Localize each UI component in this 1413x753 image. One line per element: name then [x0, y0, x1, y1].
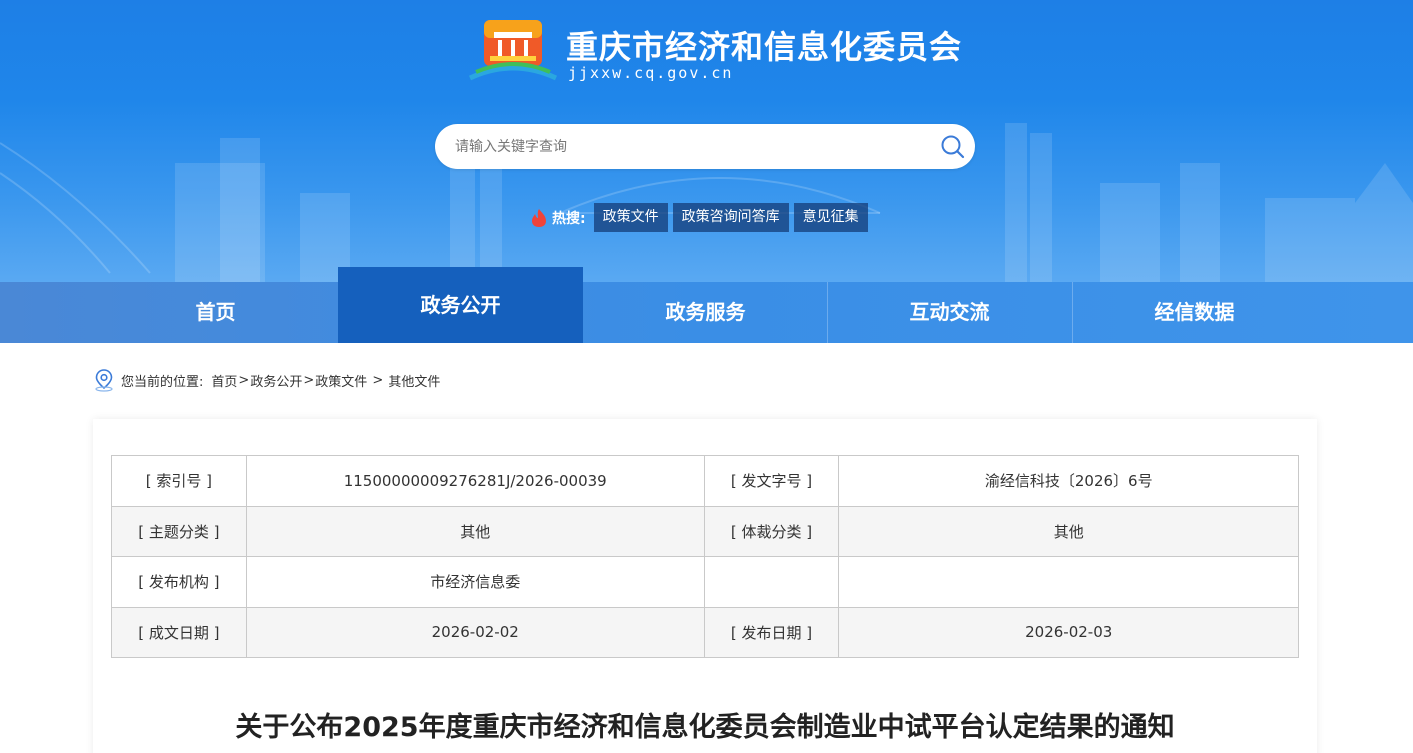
nav-item-government-services[interactable]: 政务服务 — [583, 282, 828, 343]
meta-value-written-date: 2026-02-02 — [245, 606, 705, 658]
government-emblem-icon — [468, 20, 558, 81]
breadcrumb-prefix: 您当前的位置: — [121, 374, 204, 390]
meta-value-genre-category: 其他 — [838, 505, 1299, 557]
flame-icon — [532, 208, 546, 227]
breadcrumb-separator: > — [238, 372, 250, 388]
search-box — [435, 124, 975, 169]
breadcrumb-separator: > — [303, 372, 315, 388]
hot-search-label: 热搜: — [530, 208, 586, 228]
breadcrumb-government-affairs[interactable]: 政务公开 — [250, 371, 302, 390]
location-pin-icon — [95, 369, 113, 392]
site-domain: jjxxw.cq.gov.cn — [568, 64, 734, 82]
table-row: [ 索引号 ] 11500000009276281J/2026-00039 [ … — [111, 455, 1299, 507]
meta-value-publish-date: 2026-02-03 — [838, 606, 1299, 658]
main-nav: 首页 政务公开 政务服务 互动交流 经信数据 — [0, 267, 1413, 343]
hot-tag-policy-qa[interactable]: 政策咨询问答库 — [672, 203, 789, 232]
meta-value-empty — [838, 556, 1299, 608]
hot-search-row: 热搜: 政策文件 政策咨询问答库 意见征集 — [530, 203, 873, 232]
document-title: 关于公布2025年度重庆市经济和信息化委员会制造业中试平台认定结果的通知 — [235, 712, 1175, 743]
table-row: [ 成文日期 ] 2026-02-02 [ 发布日期 ] 2026-02-03 — [111, 606, 1299, 658]
search-button[interactable] — [931, 125, 975, 169]
site-logo[interactable]: 重庆市经济和信息化委员会 jjxxw.cq.gov.cn — [468, 14, 961, 84]
table-row: [ 主题分类 ] 其他 [ 体裁分类 ] 其他 — [111, 505, 1299, 557]
meta-value-index-number: 11500000009276281J/2026-00039 — [245, 455, 705, 507]
meta-value-issuing-agency: 市经济信息委 — [245, 556, 705, 608]
search-icon — [941, 135, 965, 158]
site-title: 重庆市经济和信息化委员会 — [566, 28, 963, 66]
nav-item-interaction[interactable]: 互动交流 — [827, 282, 1072, 343]
meta-value-document-number: 渝经信科技〔2026〕6号 — [838, 455, 1299, 507]
nav-item-government-affairs[interactable]: 政务公开 — [338, 267, 583, 343]
site-header: 重庆市经济和信息化委员会 jjxxw.cq.gov.cn 热搜: 政策文件 政策… — [0, 0, 1413, 283]
meta-label-index-number: [ 索引号 ] — [111, 455, 247, 507]
hot-tag-policy-documents[interactable]: 政策文件 — [593, 203, 668, 232]
hot-tag-opinion-collection[interactable]: 意见征集 — [793, 203, 868, 232]
nav-item-home[interactable]: 首页 — [93, 282, 338, 343]
breadcrumb-home[interactable]: 首页 — [211, 371, 237, 390]
breadcrumb-policy-documents[interactable]: 政策文件 — [315, 371, 367, 390]
meta-label-written-date: [ 成文日期 ] — [111, 606, 247, 658]
document-metadata-table: [ 索引号 ] 11500000009276281J/2026-00039 [ … — [111, 455, 1299, 658]
meta-label-topic-category: [ 主题分类 ] — [111, 505, 247, 557]
meta-label-empty — [703, 556, 840, 608]
table-row: [ 发布机构 ] 市经济信息委 — [111, 556, 1299, 608]
meta-value-topic-category: 其他 — [245, 505, 705, 557]
search-input[interactable] — [455, 124, 931, 169]
breadcrumb-other-documents[interactable]: 其他文件 — [388, 371, 440, 390]
meta-label-issuing-agency: [ 发布机构 ] — [111, 556, 247, 608]
meta-label-publish-date: [ 发布日期 ] — [703, 606, 840, 658]
hot-search-text: 热搜: — [552, 210, 586, 227]
breadcrumb: 您当前的位置: 首页 > 政务公开 > 政策文件 > 其他文件 — [93, 368, 440, 392]
breadcrumb-separator: > — [368, 372, 388, 388]
meta-label-genre-category: [ 体裁分类 ] — [703, 505, 840, 557]
nav-item-economic-data[interactable]: 经信数据 — [1072, 282, 1317, 343]
meta-label-document-number: [ 发文字号 ] — [703, 455, 840, 507]
